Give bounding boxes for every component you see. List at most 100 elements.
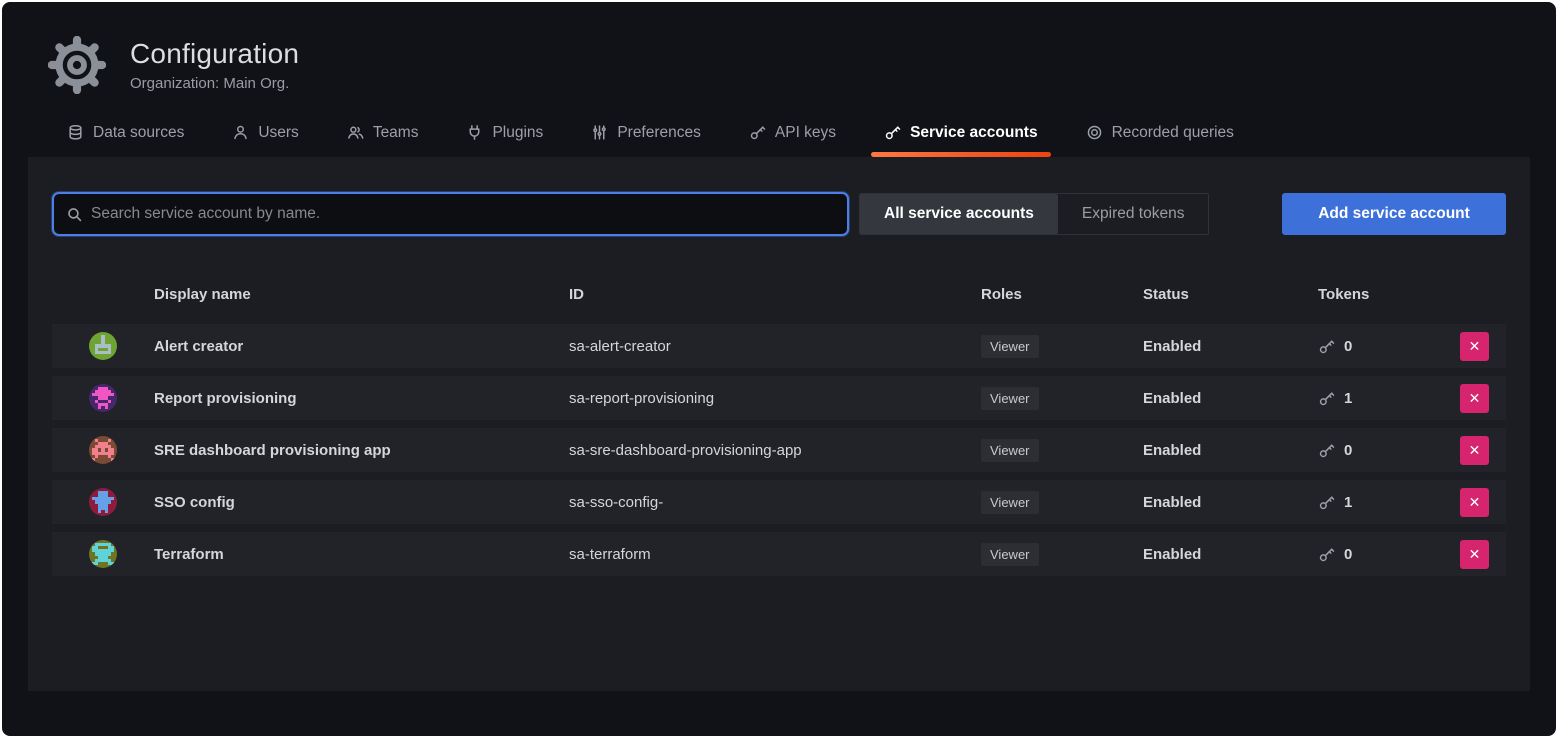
column-header-id: ID [569,286,981,303]
page-header: Configuration Organization: Main Org. [2,2,1556,94]
tab-preferences[interactable]: Preferences [578,108,714,157]
close-icon: ✕ [1469,338,1481,355]
avatar [89,436,117,464]
search-icon [66,206,83,223]
status-text: Enabled [1143,390,1318,407]
account-id: sa-alert-creator [569,338,981,355]
page-subtitle: Organization: Main Org. [130,75,299,92]
account-id: sa-sso-config- [569,494,981,511]
tab-label: Users [258,124,298,142]
tab-label: Service accounts [910,124,1038,142]
gear-icon [48,36,106,94]
token-count: 1 [1344,390,1352,407]
tab-label: Teams [373,124,419,142]
status-text: Enabled [1143,442,1318,459]
database-icon [67,124,84,141]
key-icon [1318,442,1335,459]
column-header-display-name: Display name [154,286,569,303]
tab-users[interactable]: Users [219,108,311,157]
token-count: 1 [1344,494,1352,511]
tab-label: Recorded queries [1112,124,1234,142]
search-input[interactable] [91,205,835,223]
service-accounts-table: Display name ID Roles Status Tokens Aler… [52,274,1506,576]
table-row[interactable]: SRE dashboard provisioning app sa-sre-da… [52,428,1506,472]
status-text: Enabled [1143,546,1318,563]
tokens-cell: 1 [1318,494,1460,511]
tokens-cell: 0 [1318,442,1460,459]
column-header-status: Status [1143,286,1318,303]
account-display-name[interactable]: Report provisioning [154,390,569,407]
avatar [89,332,117,360]
toolbar: All service accounts Expired tokens Add … [52,192,1506,236]
role-badge: Viewer [981,543,1039,566]
table-header-row: Display name ID Roles Status Tokens [52,274,1506,314]
account-display-name[interactable]: SSO config [154,494,569,511]
token-count: 0 [1344,442,1352,459]
tokens-cell: 1 [1318,390,1460,407]
key-icon [1318,546,1335,563]
tab-api-keys[interactable]: API keys [736,108,849,157]
tab-label: Data sources [93,124,184,142]
record-icon [1086,124,1103,141]
status-text: Enabled [1143,338,1318,355]
tab-service-accounts[interactable]: Service accounts [871,108,1051,157]
key-icon [1318,390,1335,407]
avatar [89,488,117,516]
tab-label: API keys [775,124,836,142]
role-badge: Viewer [981,491,1039,514]
filter-expired-tokens[interactable]: Expired tokens [1058,194,1209,234]
close-icon: ✕ [1469,442,1481,459]
close-icon: ✕ [1469,390,1481,407]
account-display-name[interactable]: Alert creator [154,338,569,355]
key-icon [749,124,766,141]
account-display-name[interactable]: Terraform [154,546,569,563]
status-text: Enabled [1143,494,1318,511]
delete-service-account-button[interactable]: ✕ [1460,436,1489,465]
tab-label: Plugins [492,124,543,142]
config-tab-bar: Data sources Users Teams Plugins Prefere… [2,108,1556,157]
delete-service-account-button[interactable]: ✕ [1460,332,1489,361]
table-row[interactable]: Alert creator sa-alert-creator Viewer En… [52,324,1506,368]
table-row[interactable]: SSO config sa-sso-config- Viewer Enabled… [52,480,1506,524]
app-window: Configuration Organization: Main Org. Da… [0,0,1558,738]
user-icon [232,124,249,141]
delete-service-account-button[interactable]: ✕ [1460,384,1489,413]
tab-label: Preferences [617,124,701,142]
users-icon [347,124,364,141]
column-header-roles: Roles [981,286,1143,303]
role-badge: Viewer [981,387,1039,410]
account-display-name[interactable]: SRE dashboard provisioning app [154,442,569,459]
sliders-icon [591,124,608,141]
table-row[interactable]: Report provisioning sa-report-provisioni… [52,376,1506,420]
add-service-account-button[interactable]: Add service account [1282,193,1506,235]
tab-data-sources[interactable]: Data sources [54,108,197,157]
avatar [89,384,117,412]
close-icon: ✕ [1469,546,1481,563]
delete-service-account-button[interactable]: ✕ [1460,488,1489,517]
account-id: sa-report-provisioning [569,390,981,407]
service-accounts-panel: All service accounts Expired tokens Add … [28,157,1530,691]
account-filter-group: All service accounts Expired tokens [859,193,1209,235]
search-box [52,192,849,236]
tab-teams[interactable]: Teams [334,108,432,157]
tokens-cell: 0 [1318,338,1460,355]
key-icon [884,124,901,141]
key-icon [1318,338,1335,355]
tab-plugins[interactable]: Plugins [453,108,556,157]
tab-recorded-queries[interactable]: Recorded queries [1073,108,1247,157]
filter-all-service-accounts[interactable]: All service accounts [860,194,1058,234]
role-badge: Viewer [981,439,1039,462]
page-title: Configuration [130,38,299,70]
tokens-cell: 0 [1318,546,1460,563]
role-badge: Viewer [981,335,1039,358]
token-count: 0 [1344,338,1352,355]
delete-service-account-button[interactable]: ✕ [1460,540,1489,569]
token-count: 0 [1344,546,1352,563]
account-id: sa-sre-dashboard-provisioning-app [569,442,981,459]
close-icon: ✕ [1469,494,1481,511]
account-id: sa-terraform [569,546,981,563]
column-header-tokens: Tokens [1318,286,1460,303]
key-icon [1318,494,1335,511]
plug-icon [466,124,483,141]
table-row[interactable]: Terraform sa-terraform Viewer Enabled 0 … [52,532,1506,576]
